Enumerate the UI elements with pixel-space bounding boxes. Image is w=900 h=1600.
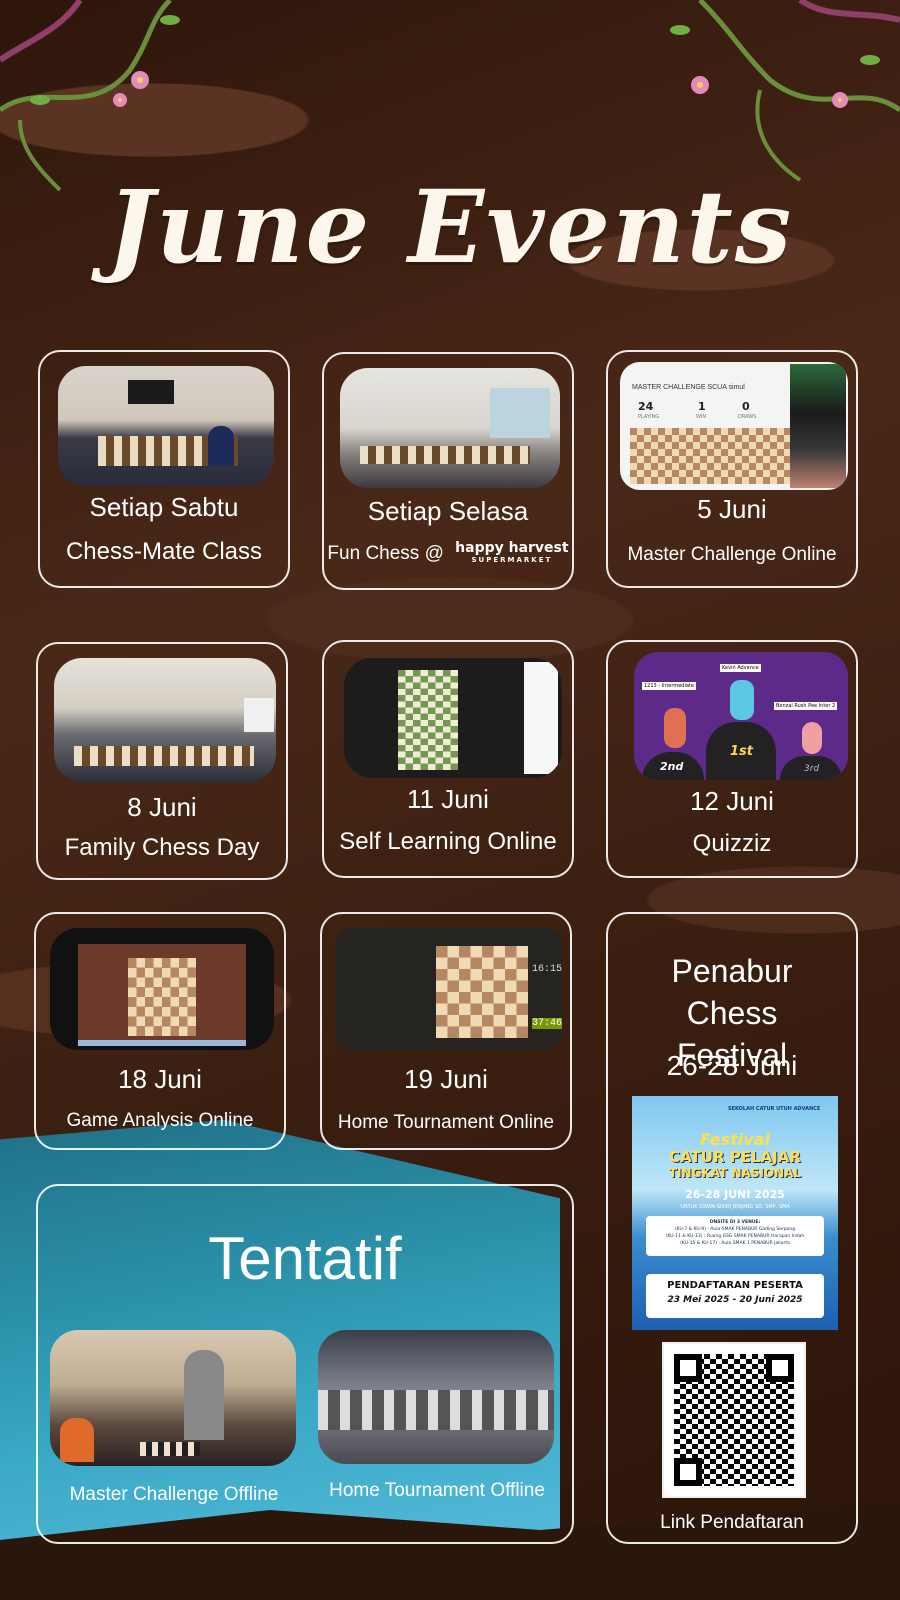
- event-day: 18 Juni: [118, 1064, 202, 1094]
- event-screenshot: [344, 658, 562, 778]
- screen-playing-label: PLAYING: [638, 414, 660, 420]
- tentatif-heading: Tentatif: [208, 1225, 402, 1292]
- screen-draws-label: DRAWS: [738, 414, 757, 420]
- event-screenshot: [50, 928, 274, 1050]
- event-screenshot: MASTER CHALLENGE SCUA simul 24 PLAYING 1…: [620, 362, 848, 490]
- qr-code[interactable]: [662, 1342, 806, 1498]
- tentatif-photo-1: [50, 1330, 296, 1466]
- poster-org: SEKOLAH CATUR UTUH ADVANCE: [728, 1106, 821, 1112]
- poster-reg: PENDAFTARAN PESERTA: [667, 1280, 803, 1291]
- event-card-18-juni: 18 Juni Game Analysis Online: [34, 912, 286, 1150]
- screen-header: MASTER CHALLENGE SCUA simul: [632, 384, 745, 391]
- event-card-8-juni: 8 Juni Family Chess Day: [36, 642, 288, 880]
- clock-top: 16:15: [532, 964, 562, 975]
- participant-list: [524, 662, 558, 774]
- screen-win-label: WIN: [696, 414, 707, 420]
- festival-poster: SEKOLAH CATUR UTUH ADVANCE Festival CATU…: [632, 1096, 838, 1330]
- screen-playing: 24: [638, 400, 654, 413]
- clock-bottom: 37:46: [532, 1018, 562, 1029]
- event-card-12-juni: 2nd 1st 3rd 1213 - Intermediate Kevin Ad…: [606, 640, 858, 878]
- chess-board: [398, 670, 458, 770]
- poster-dates: 26-28 JUNI 2025: [685, 1188, 785, 1201]
- podium-second: 2nd: [660, 760, 684, 773]
- event-name: Family Chess Day: [64, 834, 260, 861]
- screen-win: 1: [698, 400, 706, 413]
- page-title: June Events: [106, 168, 794, 286]
- vine-decoration-right: [670, 0, 900, 182]
- event-photo: [340, 368, 560, 488]
- video-tiles: [790, 364, 846, 488]
- event-card-setiap-selasa: Setiap Selasa Fun Chess @ happy harvest …: [322, 352, 574, 590]
- poster-line2: TINGKAT NASIONAL: [668, 1166, 802, 1180]
- partner-logo: happy harvest SUPERMARKET: [455, 541, 568, 566]
- festival-card: Penabur Chess Festival 26-28 Juni SEKOLA…: [606, 912, 858, 1544]
- quiz-podium: 2nd 1st 3rd 1213 - Intermediate Kevin Ad…: [634, 652, 848, 780]
- event-card-setiap-sabtu: Setiap Sabtu Chess-Mate Class: [38, 350, 290, 588]
- event-day: 11 Juni: [407, 784, 489, 814]
- event-card-11-juni: 11 Juni Self Learning Online: [322, 640, 574, 878]
- event-name: Master Challenge Online: [627, 544, 837, 565]
- event-name: Home Tournament Online: [337, 1112, 555, 1133]
- event-day: 19 Juni: [404, 1064, 488, 1094]
- event-day: Setiap Selasa: [367, 496, 529, 526]
- podium-second-name: 1213 - Intermediate: [642, 682, 696, 690]
- podium-first-name: Kevin Advance: [720, 664, 761, 672]
- chess-boards: [630, 428, 790, 484]
- screen-draws: 0: [742, 400, 750, 413]
- tentatif-item-name: Master Challenge Offline: [69, 1484, 279, 1505]
- partner-sub: SUPERMARKET: [471, 556, 553, 564]
- podium-first: 1st: [730, 744, 753, 759]
- event-photo: [54, 658, 276, 782]
- event-day: 5 Juni: [697, 494, 767, 524]
- poster-venue1: (KU-7 & KU-9) : Aula SMAK PENABUR Gading…: [674, 1227, 796, 1232]
- festival-dates: 26-28 Juni: [666, 1050, 798, 1081]
- chess-board: [128, 958, 196, 1036]
- event-day: 8 Juni: [127, 792, 197, 822]
- poster-venue-title: ONSITE DI 3 VENUE:: [709, 1220, 761, 1225]
- registration-link[interactable]: Link Pendaftaran: [608, 1512, 856, 1534]
- tentatif-photo-2: [318, 1330, 554, 1464]
- event-name: Self Learning Online: [339, 828, 557, 855]
- tentatif-card: Tentatif Master Challenge Offline Home T…: [36, 1184, 574, 1544]
- poster-reg-dates: 23 Mei 2025 - 20 Juni 2025: [667, 1295, 803, 1305]
- poster-for: UNTUK SISWA-SISWI JENJANG SD, SMP, SMA: [680, 1204, 790, 1210]
- poster-line1: CATUR PELAJAR: [669, 1148, 801, 1166]
- event-name: Game Analysis Online: [66, 1110, 254, 1131]
- event-name-row: Fun Chess @ happy harvest SUPERMARKET: [324, 541, 572, 566]
- podium-third-name: Benzal Rush Pee Inter 2: [774, 702, 838, 710]
- event-name: Quizziz: [692, 830, 772, 857]
- poster-venue2: (KU-11 & KU-13) : Ruang GSG SMAK PENABUR…: [665, 1234, 805, 1239]
- poster-venues: ONSITE DI 3 VENUE: (KU-7 & KU-9) : Aula …: [646, 1216, 824, 1256]
- event-screenshot: 16:15 37:46: [336, 928, 562, 1050]
- tentatif-item-name: Home Tournament Offline: [329, 1480, 545, 1501]
- event-name: Chess-Mate Class: [65, 538, 263, 565]
- event-photo: [58, 366, 274, 486]
- chess-board: [436, 946, 528, 1038]
- event-name: Fun Chess @: [327, 543, 444, 565]
- poster-registration: PENDAFTARAN PESERTA 23 Mei 2025 - 20 Jun…: [646, 1274, 824, 1318]
- event-day: Setiap Sabtu: [89, 492, 239, 522]
- poster-fest: Festival: [700, 1130, 770, 1149]
- event-card-19-juni: 16:15 37:46 19 Juni Home Tournament Onli…: [320, 912, 572, 1150]
- event-card-5-juni: MASTER CHALLENGE SCUA simul 24 PLAYING 1…: [606, 350, 858, 588]
- podium-third: 3rd: [804, 764, 820, 774]
- poster-venue3: (KU-15 & KU-17) : Aula SMAK 1 PENABUR Ja…: [680, 1241, 790, 1246]
- event-day: 12 Juni: [690, 786, 774, 816]
